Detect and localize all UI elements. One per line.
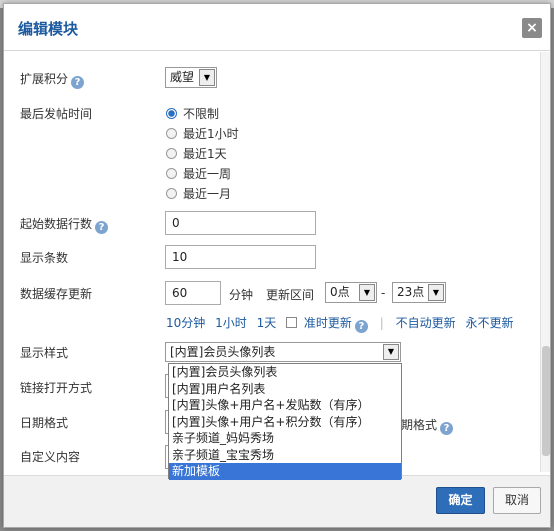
help-icon[interactable]: ? bbox=[440, 422, 454, 435]
start-row-label: 起始数据行数? bbox=[20, 215, 109, 234]
last-post-time-label: 最后发帖时间 bbox=[20, 107, 93, 121]
dialog-footer: 确定 取消 bbox=[4, 475, 550, 527]
dropdown-option[interactable]: [内置]会员头像列表 bbox=[169, 364, 401, 381]
radio-option-1-day[interactable]: 最近1天 bbox=[166, 145, 227, 162]
display-count-label: 显示条数 bbox=[20, 251, 69, 265]
dropdown-option[interactable]: 亲子频道_妈妈秀场 bbox=[169, 430, 401, 447]
on-time-update-label[interactable]: 准时更新 bbox=[304, 316, 352, 330]
dialog-title: 编辑模块 bbox=[18, 20, 79, 38]
chevron-down-icon: ▼ bbox=[199, 69, 215, 86]
confirm-button[interactable]: 确定 bbox=[436, 487, 485, 514]
chevron-down-icon: ▼ bbox=[359, 284, 375, 301]
range-end-select[interactable]: 23点 ▼ bbox=[392, 282, 446, 303]
dropdown-option[interactable]: [内置]用户名列表 bbox=[169, 381, 401, 398]
help-icon[interactable]: ? bbox=[95, 221, 109, 234]
custom-date-format-text: 期格式? bbox=[401, 416, 454, 435]
radio-option-1-week[interactable]: 最近一周 bbox=[166, 165, 231, 182]
quick-link-1day[interactable]: 1天 bbox=[257, 316, 277, 330]
quick-link-10min[interactable]: 10分钟 bbox=[166, 316, 205, 330]
range-dash: - bbox=[381, 286, 386, 300]
cache-minutes-input[interactable]: 60 bbox=[165, 281, 221, 305]
display-count-input[interactable]: 10 bbox=[165, 245, 316, 269]
never-update-link[interactable]: 永不更新 bbox=[465, 316, 513, 330]
dropdown-option[interactable]: 亲子频道_宝宝秀场 bbox=[169, 447, 401, 464]
cache-quick-links: 10分钟 1小时 1天 准时更新? | 不自动更新 永不更新 bbox=[166, 314, 513, 333]
dropdown-option[interactable]: [内置]头像+用户名+发贴数（有序） bbox=[169, 397, 401, 414]
range-start-select[interactable]: 0点 ▼ bbox=[325, 282, 377, 303]
update-range-label: 更新区间 bbox=[266, 288, 315, 302]
radio-icon[interactable] bbox=[166, 188, 177, 199]
radio-option-unlimited[interactable]: 不限制 bbox=[166, 105, 219, 122]
radio-option-1-hour[interactable]: 最近1小时 bbox=[166, 125, 239, 142]
start-row-input[interactable]: 0 bbox=[165, 211, 316, 235]
quick-link-1hour[interactable]: 1小时 bbox=[215, 316, 247, 330]
radio-icon[interactable] bbox=[166, 148, 177, 159]
edit-module-dialog: 编辑模块 × 扩展积分? 威望 ▼ 最后发帖时间 不限制 最近1小时 最近1天 … bbox=[3, 3, 551, 528]
display-style-label: 显示样式 bbox=[20, 346, 69, 360]
radio-icon[interactable] bbox=[166, 128, 177, 139]
chevron-down-icon: ▼ bbox=[428, 284, 444, 301]
cancel-button[interactable]: 取消 bbox=[493, 487, 541, 514]
on-time-checkbox[interactable] bbox=[286, 317, 298, 328]
chevron-down-icon: ▼ bbox=[383, 344, 399, 360]
radio-option-1-month[interactable]: 最近一月 bbox=[166, 185, 231, 202]
cache-update-label: 数据缓存更新 bbox=[20, 287, 93, 301]
dialog-header: 编辑模块 × bbox=[4, 4, 550, 51]
cache-unit: 分钟 bbox=[229, 288, 254, 302]
link-open-label: 链接打开方式 bbox=[20, 381, 93, 395]
no-auto-update-link[interactable]: 不自动更新 bbox=[396, 316, 456, 330]
display-style-select[interactable]: [内置]会员头像列表 ▼ bbox=[165, 342, 401, 362]
display-style-value: [内置]会员头像列表 bbox=[170, 345, 276, 359]
expand-points-select[interactable]: 威望 ▼ bbox=[165, 67, 217, 88]
link-separator: | bbox=[379, 316, 384, 330]
radio-checked-icon[interactable] bbox=[166, 108, 177, 119]
custom-content-label: 自定义内容 bbox=[20, 450, 81, 464]
display-style-dropdown: [内置]会员头像列表 [内置]用户名列表 [内置]头像+用户名+发贴数（有序） … bbox=[168, 363, 402, 480]
expand-points-label: 扩展积分? bbox=[20, 70, 85, 89]
range-start-value: 0点 bbox=[330, 285, 350, 299]
dropdown-option-highlighted[interactable]: 新加模板 bbox=[169, 463, 401, 480]
scrollbar-thumb[interactable] bbox=[542, 346, 550, 456]
dialog-scrollbar[interactable] bbox=[540, 52, 550, 472]
help-icon[interactable]: ? bbox=[71, 76, 85, 89]
range-end-value: 23点 bbox=[397, 285, 425, 299]
date-format-label: 日期格式 bbox=[20, 416, 69, 430]
expand-points-value: 威望 bbox=[170, 70, 195, 84]
radio-icon[interactable] bbox=[166, 168, 177, 179]
dropdown-option[interactable]: [内置]头像+用户名+积分数（有序） bbox=[169, 414, 401, 431]
help-icon[interactable]: ? bbox=[354, 320, 368, 333]
close-button[interactable]: × bbox=[522, 18, 542, 38]
